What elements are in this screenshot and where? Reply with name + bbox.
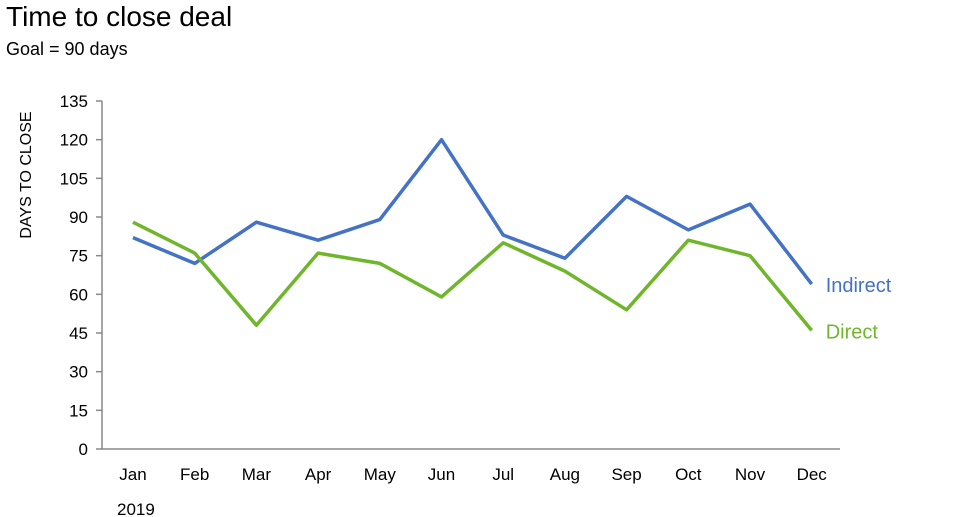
y-tick-label: 45 <box>69 324 88 343</box>
y-tick-label: 60 <box>69 285 88 304</box>
y-tick-label: 135 <box>60 92 88 111</box>
y-tick-label: 15 <box>69 401 88 420</box>
x-tick-label: Jan <box>119 465 146 484</box>
series-label-indirect: Indirect <box>826 275 892 297</box>
x-tick-label: May <box>364 465 397 484</box>
line-chart: 0 15 30 45 60 75 90 105 120 135 Jan Feb Mar Apr May Ju… <box>18 92 892 517</box>
x-ticks: Jan Feb Mar Apr May Jun Jul Aug Sep Oct Nov Dec <box>119 465 827 484</box>
x-tick-label: Sep <box>611 465 641 484</box>
y-tick-label: 30 <box>69 363 88 382</box>
x-tick-label: Jul <box>492 465 514 484</box>
series-label-direct: Direct <box>826 321 879 343</box>
x-tick-label: Nov <box>735 465 766 484</box>
series-labels: Indirect Direct <box>826 275 892 343</box>
y-axis-label: DAYS TO CLOSE <box>18 111 35 238</box>
x-tick-label: Dec <box>797 465 828 484</box>
series-line-indirect <box>132 137 814 286</box>
series-lines <box>132 137 814 332</box>
y-ticks: 0 15 30 45 60 75 90 105 120 135 <box>60 92 102 459</box>
x-tick-label: Oct <box>675 465 702 484</box>
x-axis-label: 2019 <box>117 500 155 517</box>
x-tick-label: Jun <box>428 465 455 484</box>
y-tick-label: 75 <box>69 247 88 266</box>
y-tick-label: 90 <box>69 208 88 227</box>
y-tick-label: 120 <box>60 131 88 150</box>
x-tick-label: Feb <box>180 465 209 484</box>
x-tick-label: Mar <box>242 465 272 484</box>
x-tick-label: Apr <box>305 465 332 484</box>
y-tick-label: 105 <box>60 169 88 188</box>
x-tick-label: Aug <box>550 465 580 484</box>
y-tick-label: 0 <box>79 440 88 459</box>
